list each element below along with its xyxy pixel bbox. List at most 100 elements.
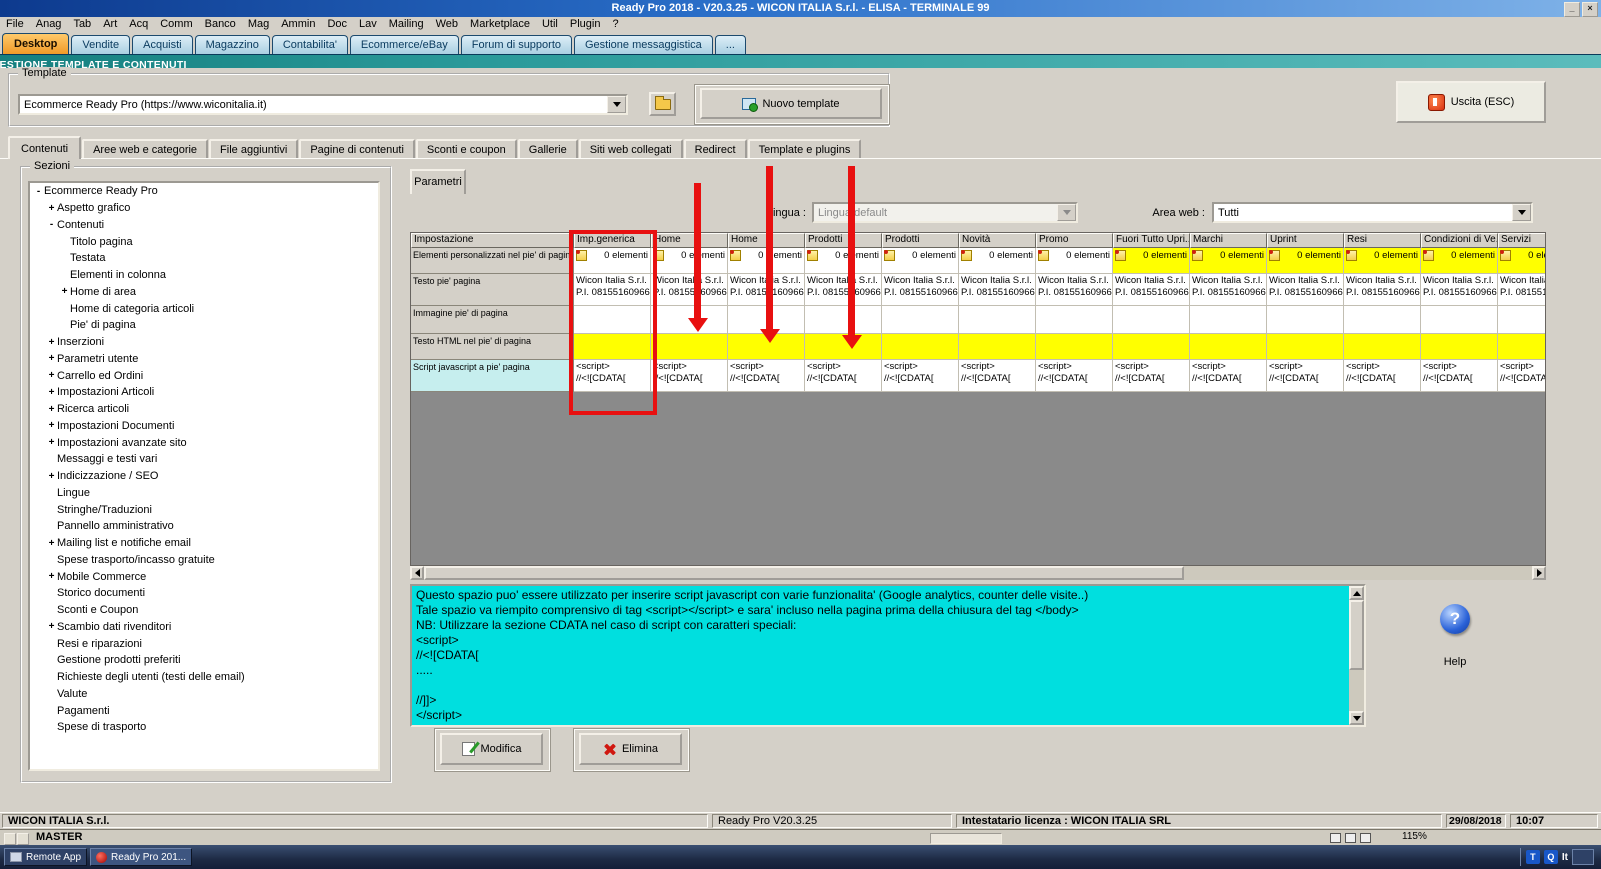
hscroll-thumb[interactable] bbox=[424, 566, 1184, 580]
table-cell[interactable]: <script>//<![CDATA[ bbox=[1421, 360, 1498, 392]
tree-item-richieste-degli-utenti-testi-delle-email[interactable]: +Richieste degli utenti (testi delle ema… bbox=[30, 669, 378, 686]
tray-icon-t[interactable]: T bbox=[1525, 850, 1540, 864]
content-tab-aree-web-e-categorie[interactable]: Aree web e categorie bbox=[82, 139, 209, 159]
table-cell[interactable]: Wicon Italia S.r.l.P.I. 08155160966 bbox=[882, 274, 959, 306]
info-vertical-scrollbar[interactable] bbox=[1349, 586, 1364, 725]
tree-item-resi-e-riparazioni[interactable]: +Resi e riparazioni bbox=[30, 635, 378, 652]
tree-item-scambio-dati-rivenditori[interactable]: + Scambio dati rivenditori bbox=[30, 619, 378, 636]
main-tab-desktop[interactable]: Desktop bbox=[2, 33, 70, 54]
main-tab-vendite[interactable]: Vendite bbox=[71, 35, 131, 54]
tree-item-indicizzazione-seo[interactable]: + Indicizzazione / SEO bbox=[30, 468, 378, 485]
table-cell[interactable]: Wicon Italia S.r.l.P.I. 08155160966 bbox=[805, 274, 882, 306]
table-cell[interactable]: <script>//<![CDATA[ bbox=[882, 360, 959, 392]
table-cell[interactable]: Wicon Italia S.r.l.P.I. 08155160966 bbox=[1498, 274, 1545, 306]
scroll-down-icon[interactable] bbox=[1349, 711, 1364, 725]
scroll-up-icon[interactable] bbox=[1349, 586, 1364, 600]
table-cell[interactable]: 0 elementi bbox=[882, 248, 959, 274]
tree-item-gestione-prodotti-preferiti[interactable]: +Gestione prodotti preferiti bbox=[30, 652, 378, 669]
menu-item-banco[interactable]: Banco bbox=[199, 17, 242, 32]
lingua-dropdown-icon[interactable] bbox=[1057, 204, 1076, 221]
tab-parametri[interactable]: Parametri bbox=[410, 169, 466, 194]
tree-item-pannello-amministrativo[interactable]: +Pannello amministrativo bbox=[30, 518, 378, 535]
expand-icon[interactable]: + bbox=[46, 437, 57, 448]
menu-item-art[interactable]: Art bbox=[97, 17, 123, 32]
tree-item-impostazioni-documenti[interactable]: + Impostazioni Documenti bbox=[30, 418, 378, 435]
table-cell[interactable] bbox=[1421, 334, 1498, 360]
column-header-novit[interactable]: Novità bbox=[959, 233, 1036, 248]
table-cell[interactable] bbox=[1344, 306, 1421, 334]
table-cell[interactable]: 0 elementi bbox=[805, 248, 882, 274]
main-tab-magazzino[interactable]: Magazzino bbox=[194, 35, 270, 54]
main-tab-ecommerce-ebay[interactable]: Ecommerce/eBay bbox=[349, 35, 459, 54]
content-tab-gallerie[interactable]: Gallerie bbox=[517, 139, 578, 159]
table-cell[interactable]: 0 elementi bbox=[1267, 248, 1344, 274]
table-cell[interactable]: Wicon Italia S.r.l.P.I. 08155160966 bbox=[1113, 274, 1190, 306]
tray-icon-q[interactable]: Q bbox=[1543, 850, 1558, 864]
column-header-uprint[interactable]: Uprint bbox=[1267, 233, 1344, 248]
table-cell[interactable] bbox=[1036, 306, 1113, 334]
table-cell[interactable]: Wicon Italia S.r.l.P.I. 08155160966 bbox=[1036, 274, 1113, 306]
table-cell[interactable]: 0 elementi bbox=[1344, 248, 1421, 274]
table-cell[interactable] bbox=[882, 334, 959, 360]
column-header-prodotti[interactable]: Prodotti bbox=[882, 233, 959, 248]
table-cell[interactable]: <script>//<![CDATA[ bbox=[1036, 360, 1113, 392]
new-template-button[interactable]: Nuovo template bbox=[700, 88, 882, 119]
table-cell[interactable] bbox=[805, 306, 882, 334]
table-cell[interactable]: Wicon Italia S.r.l.P.I. 08155160966 bbox=[1190, 274, 1267, 306]
table-cell[interactable]: <script>//<![CDATA[ bbox=[728, 360, 805, 392]
area-web-dropdown-icon[interactable] bbox=[1512, 204, 1531, 221]
tree-item-mailing-list-e-notifiche-email[interactable]: + Mailing list e notifiche email bbox=[30, 535, 378, 552]
menu-item-item[interactable]: ? bbox=[606, 17, 624, 32]
tree-item-valute[interactable]: +Valute bbox=[30, 686, 378, 703]
modifica-button[interactable]: Modifica bbox=[440, 733, 543, 765]
main-tab-gestione-messaggistica[interactable]: Gestione messaggistica bbox=[574, 35, 713, 54]
table-cell[interactable]: Wicon Italia S.r.l.P.I. 08155160966 bbox=[1344, 274, 1421, 306]
tree-item-contenuti[interactable]: - Contenuti bbox=[30, 217, 378, 234]
template-dropdown-icon[interactable] bbox=[607, 96, 626, 113]
content-tab-siti-web-collegati[interactable]: Siti web collegati bbox=[578, 139, 683, 159]
table-cell[interactable]: <script>//<![CDATA[ bbox=[1498, 360, 1545, 392]
table-cell[interactable] bbox=[1190, 334, 1267, 360]
tree-item-carrello-ed-ordini[interactable]: + Carrello ed Ordini bbox=[30, 367, 378, 384]
scroll-left-icon[interactable] bbox=[410, 566, 424, 580]
expand-icon[interactable]: + bbox=[46, 404, 57, 415]
tree-item-impostazioni-articoli[interactable]: + Impostazioni Articoli bbox=[30, 384, 378, 401]
content-tab-pagine-di-contenuti[interactable]: Pagine di contenuti bbox=[299, 139, 415, 159]
tree-item-home-di-categoria-articoli[interactable]: +Home di categoria articoli bbox=[30, 300, 378, 317]
table-cell[interactable]: 0 elementi bbox=[959, 248, 1036, 274]
menu-item-mag[interactable]: Mag bbox=[242, 17, 275, 32]
main-tab-contabilita[interactable]: Contabilita' bbox=[271, 35, 348, 54]
elimina-button[interactable]: Elimina bbox=[579, 733, 682, 765]
tree-item-sconti-e-coupon[interactable]: +Sconti e Coupon bbox=[30, 602, 378, 619]
column-header-impostazione[interactable]: Impostazione bbox=[411, 233, 574, 248]
table-cell[interactable]: 0 elementi bbox=[1498, 248, 1545, 274]
menu-item-mailing[interactable]: Mailing bbox=[383, 17, 430, 32]
exit-button[interactable]: Uscita (ESC) bbox=[1396, 81, 1546, 123]
taskbar-button-remote-app[interactable]: Remote App bbox=[4, 848, 88, 866]
expand-icon[interactable]: + bbox=[46, 370, 57, 381]
menu-item-file[interactable]: File bbox=[0, 17, 30, 32]
help-icon[interactable]: ? bbox=[1440, 604, 1470, 634]
table-cell[interactable] bbox=[1267, 334, 1344, 360]
menu-item-util[interactable]: Util bbox=[536, 17, 564, 32]
table-cell[interactable]: <script>//<![CDATA[ bbox=[1190, 360, 1267, 392]
menu-item-tab[interactable]: Tab bbox=[67, 17, 97, 32]
table-cell[interactable]: <script>//<![CDATA[ bbox=[1267, 360, 1344, 392]
table-cell[interactable]: Wicon Italia S.r.l.P.I. 08155160966 bbox=[1421, 274, 1498, 306]
table-cell[interactable] bbox=[1267, 306, 1344, 334]
table-cell[interactable]: Wicon Italia S.r.l.P.I. 08155160966 bbox=[1267, 274, 1344, 306]
table-cell[interactable] bbox=[1498, 334, 1545, 360]
tree-item-spese-trasporto-incasso-gratuite[interactable]: +Spese trasporto/incasso gratuite bbox=[30, 552, 378, 569]
table-cell[interactable] bbox=[1190, 306, 1267, 334]
tree-item-testata[interactable]: +Testata bbox=[30, 250, 378, 267]
tree-item-stringhe-traduzioni[interactable]: +Stringhe/Traduzioni bbox=[30, 501, 378, 518]
menu-item-acq[interactable]: Acq bbox=[123, 17, 154, 32]
column-header-fuori-tutto-upri[interactable]: Fuori Tutto Upri... bbox=[1113, 233, 1190, 248]
template-select[interactable]: Ecommerce Ready Pro (https://www.wiconit… bbox=[18, 94, 628, 115]
content-tab-file-aggiuntivi[interactable]: File aggiuntivi bbox=[209, 139, 299, 159]
table-cell[interactable] bbox=[959, 334, 1036, 360]
menu-item-plugin[interactable]: Plugin bbox=[564, 17, 607, 32]
table-cell[interactable] bbox=[1113, 334, 1190, 360]
tree-item-lingue[interactable]: +Lingue bbox=[30, 485, 378, 502]
tree-item-home-di-area[interactable]: + Home di area bbox=[30, 284, 378, 301]
